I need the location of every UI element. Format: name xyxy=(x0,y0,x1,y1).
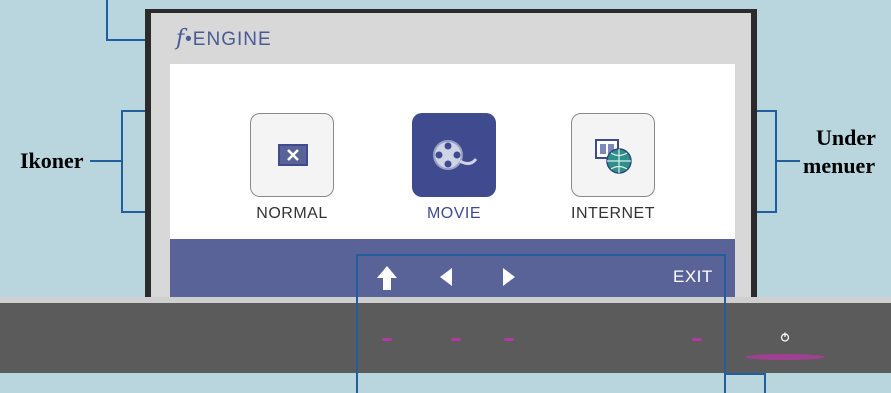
button-led-1[interactable] xyxy=(382,338,392,341)
right-arrow-icon[interactable] xyxy=(503,268,515,291)
up-arrow-icon[interactable] xyxy=(377,266,397,295)
submenus-bracket-top xyxy=(757,110,777,112)
button-led-2[interactable] xyxy=(451,338,461,341)
exit-button[interactable]: EXIT xyxy=(673,267,713,287)
nav-bracket-ext xyxy=(724,373,766,375)
submenus-callout-line1: Under xyxy=(816,125,876,150)
mode-normal-button[interactable] xyxy=(250,113,334,197)
fengine-logo-glyph: f xyxy=(176,26,186,51)
power-icon[interactable] xyxy=(780,329,790,347)
button-led-3[interactable] xyxy=(504,338,514,341)
mode-internet-button[interactable] xyxy=(571,113,655,197)
submenus-callout-line xyxy=(776,160,800,162)
left-arrow-icon[interactable] xyxy=(440,268,452,291)
normal-mode-icon xyxy=(278,144,308,171)
monitor-bezel xyxy=(0,303,891,373)
fengine-title: f•ENGINE xyxy=(176,26,272,51)
icons-callout-line xyxy=(90,160,122,162)
icons-bracket-bottom xyxy=(121,211,145,213)
mode-normal-label: NORMAL xyxy=(256,205,328,222)
nav-bracket-ext-v xyxy=(764,373,766,393)
fengine-logo-text: •ENGINE xyxy=(185,29,272,50)
nav-bracket-left xyxy=(356,254,358,393)
mode-internet-label: INTERNET xyxy=(571,205,655,222)
submenus-callout-line2: menuer xyxy=(803,153,876,178)
movie-mode-icon xyxy=(430,137,478,178)
osd-navigation-bar xyxy=(170,239,735,297)
callout-line-top-h xyxy=(106,39,146,41)
power-led xyxy=(745,354,825,360)
button-led-4[interactable] xyxy=(692,338,702,341)
mode-movie-label: MOVIE xyxy=(426,205,482,222)
internet-mode-icon xyxy=(594,136,634,181)
icons-callout-label: Ikoner xyxy=(20,148,84,173)
nav-bracket-top xyxy=(356,254,726,256)
mode-movie-button[interactable] xyxy=(412,113,496,197)
submenus-bracket-bottom xyxy=(757,211,777,213)
icons-bracket-top xyxy=(121,110,145,112)
callout-line-top xyxy=(106,0,108,40)
